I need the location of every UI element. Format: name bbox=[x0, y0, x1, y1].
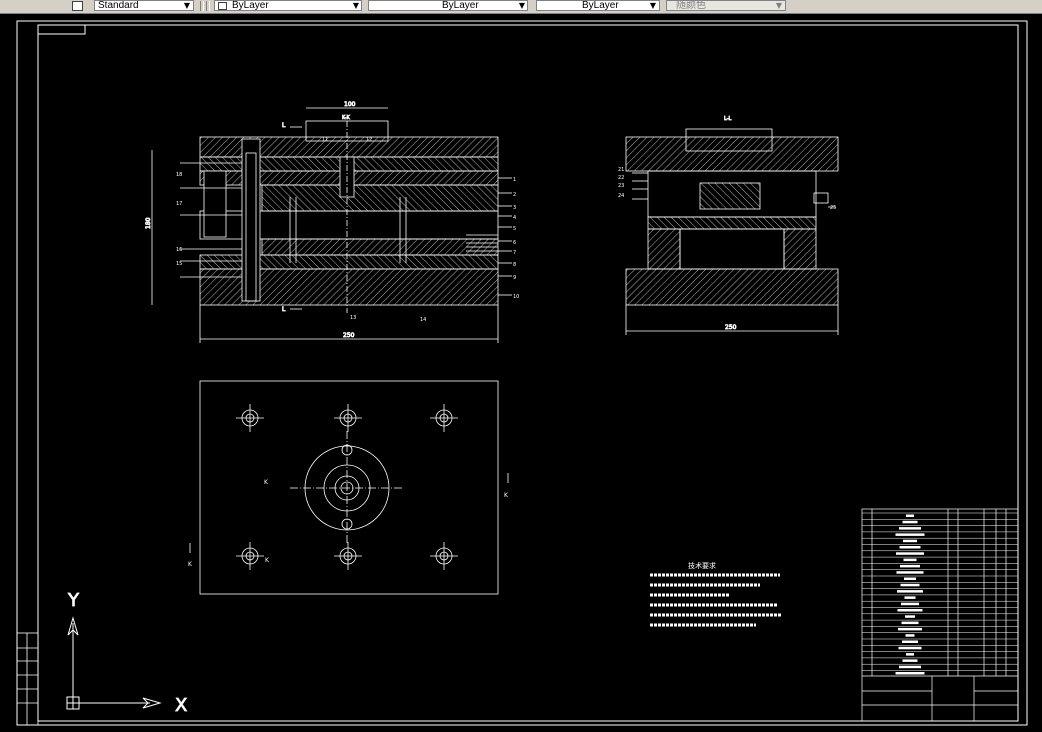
title-block bbox=[861, 508, 1019, 722]
chevron-down-icon[interactable]: ▼ bbox=[182, 0, 192, 11]
parts-row-text bbox=[903, 558, 917, 562]
part-label: 11 bbox=[322, 137, 328, 143]
part-label: 25 bbox=[830, 205, 836, 211]
side-section-view[interactable]: L-L 250 bbox=[625, 116, 839, 335]
plotstyle-select[interactable]: 随颜色 bbox=[666, 0, 786, 11]
front-cut-mark-top: L bbox=[282, 122, 286, 129]
part-label: 8 bbox=[513, 262, 516, 268]
part-label: 24 bbox=[618, 193, 624, 199]
chevron-down-icon[interactable]: ▼ bbox=[517, 0, 527, 11]
parts-row-text bbox=[904, 596, 916, 599]
parts-row-text bbox=[901, 602, 919, 606]
plan-cut-mark: K bbox=[188, 561, 193, 568]
parts-row-text bbox=[902, 640, 918, 643]
parts-row-text bbox=[895, 672, 925, 675]
chevron-down-icon[interactable]: ▼ bbox=[774, 0, 784, 11]
parts-row-text bbox=[904, 577, 916, 580]
part-label: 3 bbox=[513, 205, 516, 211]
parts-row-text bbox=[902, 659, 918, 662]
front-section-label: K-K bbox=[342, 115, 351, 121]
toolbar-separator bbox=[200, 1, 204, 11]
parts-list-rows bbox=[862, 512, 1018, 675]
front-section-view[interactable]: 100 K-K 250 180 L L bbox=[145, 101, 512, 343]
parts-row-text bbox=[895, 533, 925, 536]
parts-row-text bbox=[899, 546, 921, 549]
part-label: 22 bbox=[618, 175, 624, 181]
parts-row-text bbox=[899, 665, 921, 669]
lineweight-value: ByLayer bbox=[582, 0, 619, 11]
side-bottom-dimension: 250 bbox=[725, 324, 737, 331]
color-select[interactable]: ByLayer bbox=[214, 0, 362, 11]
color-swatch-icon bbox=[218, 2, 227, 10]
part-label: 13 bbox=[350, 315, 356, 321]
ucs-y-label: Y bbox=[67, 590, 80, 611]
properties-toolbar: Standard ▼ ByLayer ▼ ByLayer ▼ ByLayer ▼… bbox=[0, 0, 1042, 14]
front-bottom-dimension: 250 bbox=[343, 332, 355, 339]
parts-row-text bbox=[906, 653, 914, 656]
parts-row-text bbox=[897, 609, 923, 612]
parts-row-text bbox=[900, 583, 920, 587]
front-cut-mark-bottom: L bbox=[282, 306, 286, 313]
drawing-frame bbox=[16, 20, 1028, 726]
text-style-value: Standard bbox=[98, 0, 139, 11]
chevron-down-icon[interactable]: ▼ bbox=[648, 0, 658, 11]
technical-notes: 技术要求 bbox=[650, 561, 782, 627]
part-label: 16 bbox=[176, 247, 182, 253]
plan-cut-mark: K bbox=[504, 492, 509, 499]
technical-notes-lines bbox=[650, 573, 782, 627]
front-height-dimension: 180 bbox=[145, 217, 152, 229]
parts-row-text bbox=[896, 571, 924, 574]
part-label: 4 bbox=[513, 215, 516, 221]
part-label: 9 bbox=[513, 275, 516, 281]
parts-row-text bbox=[905, 615, 915, 618]
part-label: 2 bbox=[513, 192, 516, 198]
side-section-label: L-L bbox=[724, 116, 732, 122]
parts-row-text bbox=[898, 646, 922, 650]
parts-row-text bbox=[902, 520, 918, 524]
parts-row-text bbox=[900, 564, 920, 568]
part-label: 10 bbox=[513, 294, 519, 300]
parts-row-text bbox=[905, 634, 915, 637]
plan-cut-mark: K bbox=[265, 557, 270, 564]
parts-row-text bbox=[897, 590, 923, 593]
plan-view[interactable] bbox=[189, 380, 509, 595]
part-label: 23 bbox=[618, 183, 624, 189]
text-style-select[interactable]: Standard bbox=[94, 0, 194, 11]
parts-row-text bbox=[899, 527, 921, 530]
plan-cut-mark: K bbox=[264, 479, 269, 486]
part-label: 12 bbox=[366, 137, 372, 143]
drawing-canvas[interactable]: 100 K-K 250 180 L L 18 17 16 15 1 2 3 4 … bbox=[0, 13, 1042, 732]
part-label: 5 bbox=[513, 226, 516, 232]
technical-notes-title: 技术要求 bbox=[688, 561, 716, 570]
lineweight-select[interactable]: ByLayer bbox=[536, 0, 660, 11]
linetype-select[interactable]: ByLayer bbox=[368, 0, 528, 11]
color-value: ByLayer bbox=[232, 0, 269, 11]
part-label: 21 bbox=[618, 167, 624, 173]
parts-row-text bbox=[906, 514, 914, 517]
part-label: 14 bbox=[420, 317, 426, 323]
part-label: 1 bbox=[513, 177, 516, 183]
front-top-dimension: 100 bbox=[344, 101, 356, 108]
plan-cut-labels: K K K K bbox=[188, 479, 509, 568]
ucs-x-label: X bbox=[175, 695, 187, 716]
part-label: 6 bbox=[513, 240, 516, 246]
chevron-down-icon[interactable]: ▼ bbox=[351, 0, 361, 11]
parts-row-text bbox=[898, 627, 922, 631]
ucs-icon bbox=[66, 616, 162, 710]
part-label: 18 bbox=[176, 172, 182, 178]
parts-row-text bbox=[896, 552, 924, 555]
toolbar-separator bbox=[206, 1, 210, 11]
parts-row-text bbox=[901, 621, 919, 625]
part-label: 7 bbox=[513, 250, 516, 256]
parts-row-text bbox=[903, 539, 917, 543]
left-title-strip bbox=[16, 632, 39, 726]
linetype-value: ByLayer bbox=[442, 0, 479, 11]
part-label: 15 bbox=[176, 261, 182, 267]
plotstyle-value: 随颜色 bbox=[676, 0, 706, 11]
text-style-icon[interactable] bbox=[72, 1, 83, 11]
part-label: 17 bbox=[176, 201, 182, 207]
